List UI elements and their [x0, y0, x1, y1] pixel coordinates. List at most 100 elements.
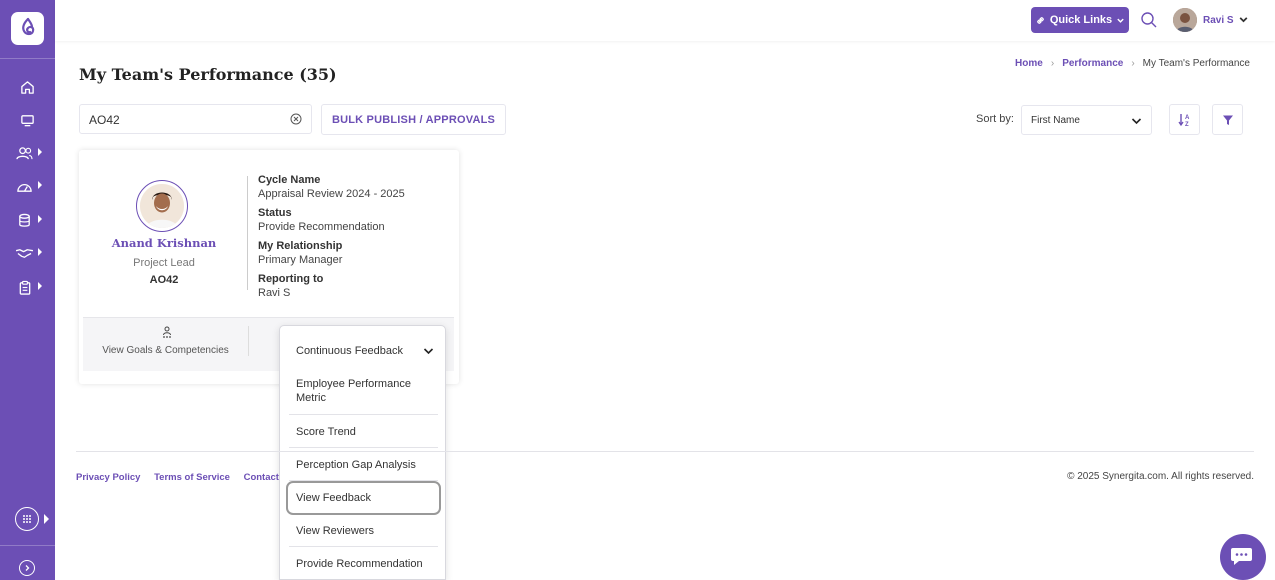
avatar[interactable] — [1173, 8, 1197, 32]
employee-avatar — [136, 180, 188, 232]
menu-item-label: View Feedback — [296, 492, 372, 504]
privacy-policy-link[interactable]: Privacy Policy — [76, 472, 140, 483]
sort-label: Sort by: — [976, 113, 1014, 125]
chevron-down-icon — [1117, 18, 1124, 23]
svg-text:A: A — [1185, 115, 1190, 121]
status-label: Status — [258, 207, 292, 219]
sort-ascending-icon: AZ — [1177, 114, 1190, 127]
footer-links: Privacy Policy Terms of Service Contact — [76, 472, 290, 483]
menu-divider — [289, 447, 438, 448]
contact-link[interactable]: Contact — [244, 472, 279, 483]
apps-grid-button[interactable] — [15, 507, 39, 531]
employee-id: AO42 — [149, 274, 179, 286]
chevron-right-icon — [44, 514, 49, 524]
menu-item-view-reviewers[interactable]: View Reviewers — [289, 522, 438, 542]
chat-icon — [1231, 548, 1252, 565]
copyright: © 2025 Synergita.com. All rights reserve… — [1067, 471, 1254, 482]
sidebar-item-database[interactable] — [0, 207, 55, 233]
menu-item-employee-performance-metric[interactable]: Employee Performance Metric — [289, 376, 438, 410]
employee-role: Project Lead — [133, 257, 195, 269]
chevron-right-icon — [38, 148, 42, 156]
clipboard-icon — [19, 280, 30, 295]
home-icon — [21, 80, 34, 94]
menu-divider — [289, 414, 438, 415]
sidebar-divider — [0, 545, 55, 546]
chevron-right-icon: › — [1050, 58, 1055, 69]
status-value: Provide Recommendation — [258, 221, 385, 233]
filter-icon — [1222, 115, 1233, 125]
clear-icon[interactable] — [290, 113, 302, 125]
breadcrumb: Home › Performance › My Team's Performan… — [1015, 58, 1250, 69]
menu-item-label: Employee Performance Metric — [296, 378, 411, 404]
synergita-logo[interactable] — [11, 12, 44, 45]
reports-dropdown: Continuous Feedback Employee Performance… — [279, 325, 446, 580]
grid-icon — [23, 515, 31, 523]
dropdown-selected-label: Continuous Feedback — [296, 345, 404, 357]
quick-links-label: Quick Links — [1049, 14, 1113, 26]
card-actions-divider — [248, 326, 249, 356]
chevron-right-icon — [38, 248, 42, 256]
relationship-label: My Relationship — [258, 240, 343, 252]
sort-select[interactable]: First Name — [1021, 105, 1152, 135]
users-icon — [16, 146, 33, 159]
sidebar-item-desktop[interactable] — [0, 107, 55, 133]
employee-name[interactable]: Anand Krishnan — [79, 236, 249, 250]
menu-divider — [289, 546, 438, 547]
view-goals-button[interactable]: View Goals & Competencies — [83, 318, 248, 371]
sort-select-value: First Name — [1031, 115, 1080, 126]
chevron-right-icon — [38, 181, 42, 189]
breadcrumb-performance[interactable]: Performance — [1062, 58, 1123, 69]
footer-divider — [76, 451, 1254, 452]
chevron-right-icon — [38, 215, 42, 223]
cycle-name-label: Cycle Name — [258, 174, 321, 186]
page-title: My Team's Performance (35) — [79, 65, 337, 84]
chat-button[interactable] — [1220, 534, 1266, 580]
dropdown-toggle[interactable]: Continuous Feedback — [280, 326, 447, 372]
sort-order-button[interactable]: AZ — [1169, 104, 1200, 135]
relationship-value: Primary Manager — [258, 254, 343, 266]
employee-search — [79, 104, 312, 134]
sidebar-item-engagement[interactable] — [0, 240, 55, 266]
chevron-right-icon: › — [1131, 58, 1135, 69]
reporting-label: Reporting to — [258, 273, 324, 285]
menu-item-perception-gap-analysis[interactable]: Perception Gap Analysis — [289, 456, 438, 476]
menu-item-provide-recommendation[interactable]: Provide Recommendation — [289, 555, 438, 575]
breadcrumb-home[interactable]: Home — [1015, 58, 1043, 69]
sidebar-item-home[interactable] — [0, 74, 55, 100]
svg-text:Z: Z — [1185, 122, 1189, 127]
cycle-name-value: Appraisal Review 2024 - 2025 — [258, 188, 405, 200]
menu-item-label: Perception Gap Analysis — [296, 459, 416, 471]
breadcrumb-current: My Team's Performance — [1142, 58, 1250, 69]
sidebar-item-performance[interactable] — [0, 173, 55, 199]
sidebar — [0, 0, 55, 580]
sidebar-item-team[interactable] — [0, 140, 55, 166]
sidebar-divider — [0, 58, 55, 59]
expand-sidebar-button[interactable] — [19, 560, 35, 576]
view-goals-label: View Goals & Competencies — [102, 345, 229, 356]
dashboard-gauge-icon — [17, 183, 32, 192]
search-icon[interactable] — [1140, 11, 1158, 29]
chevron-down-icon[interactable] — [1238, 14, 1249, 25]
handshake-icon — [15, 248, 34, 258]
filter-button[interactable] — [1212, 104, 1243, 135]
cycle-info: Cycle Name Appraisal Review 2024 - 2025 … — [258, 173, 405, 305]
reporting-value: Ravi S — [258, 287, 291, 299]
menu-item-label: View Reviewers — [296, 525, 375, 537]
card-divider — [247, 176, 248, 290]
database-icon — [19, 213, 30, 227]
link-icon — [1036, 16, 1044, 24]
terms-of-service-link[interactable]: Terms of Service — [154, 472, 230, 483]
menu-item-view-feedback[interactable]: View Feedback — [286, 481, 441, 515]
menu-item-label: Score Trend — [296, 426, 356, 438]
search-input[interactable] — [89, 113, 279, 127]
user-name[interactable]: Ravi S — [1203, 15, 1234, 26]
chevron-right-icon — [25, 565, 30, 571]
menu-item-label: Provide Recommendation — [296, 558, 423, 570]
menu-item-score-trend[interactable]: Score Trend — [289, 423, 438, 443]
chevron-down-icon — [1131, 118, 1142, 125]
goals-icon — [163, 326, 171, 338]
bulk-publish-button[interactable]: BULK PUBLISH / APPROVALS — [321, 104, 506, 135]
quick-links-button[interactable]: Quick Links — [1031, 7, 1129, 33]
sidebar-item-tasks[interactable] — [0, 274, 55, 300]
chevron-down-icon — [423, 348, 434, 355]
